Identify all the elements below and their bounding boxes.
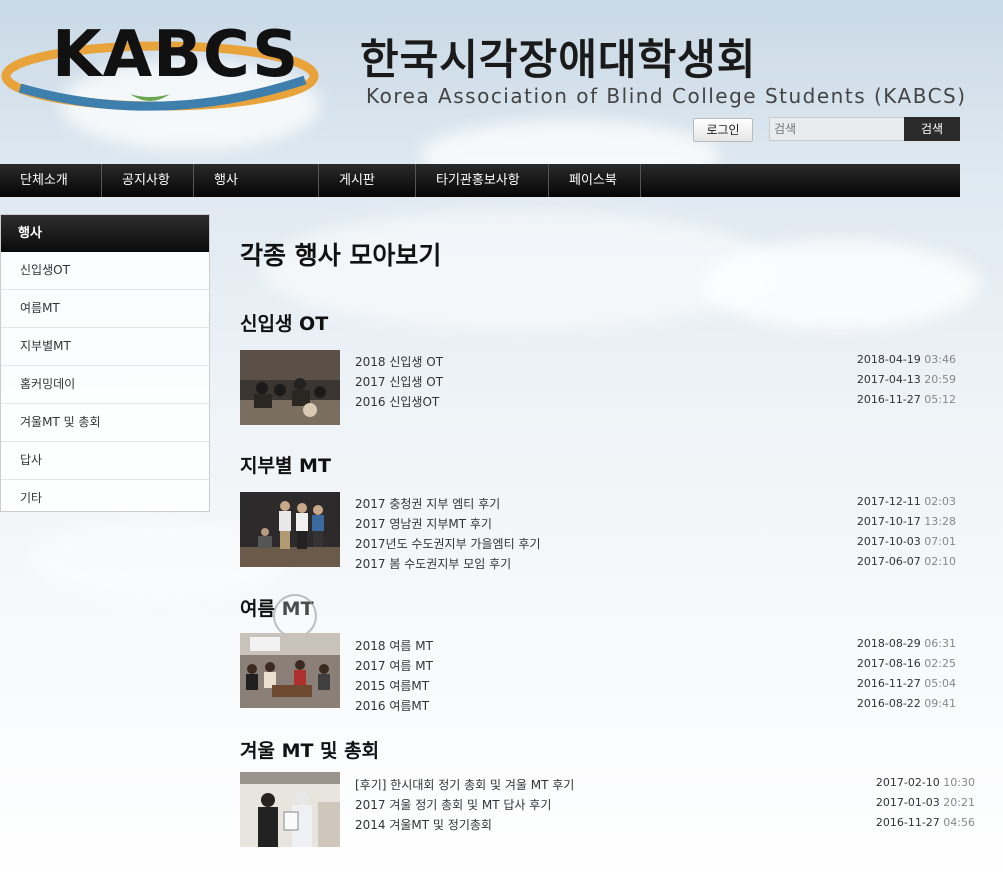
post-link[interactable]: 2017 겨울 정기 총회 및 MT 답사 후기 — [355, 796, 551, 813]
post-link[interactable]: 2016 신입생OT — [355, 393, 439, 410]
post-link[interactable]: 2014 겨울MT 및 정기총회 — [355, 816, 492, 833]
post-date: 2017-02-10 10:30 — [875, 776, 975, 789]
post-date: 2017-01-03 20:21 — [875, 796, 975, 809]
post-date: 2016-11-27 04:56 — [875, 816, 975, 829]
sidebar-item-freshman-ot[interactable]: 신입생OT — [1, 252, 209, 290]
page-title: 각종 행사 모아보기 — [240, 241, 442, 270]
search-button[interactable]: 검색 — [904, 117, 960, 141]
main-nav: 단체소개 공지사항 행사 게시판 타기관홍보사항 페이스북 — [0, 164, 960, 197]
post-link[interactable]: 2017 충청권 지부 엠티 후기 — [355, 495, 500, 512]
sidebar: 행사 신입생OT 여름MT 지부별MT 홈커밍데이 겨울MT 및 총회 답사 기… — [0, 214, 210, 512]
post-link[interactable]: 2017 영남권 지부MT 후기 — [355, 515, 492, 532]
nav-item-promotions[interactable]: 타기관홍보사항 — [416, 164, 549, 197]
nav-item-about[interactable]: 단체소개 — [0, 164, 102, 197]
nav-item-board[interactable]: 게시판 — [319, 164, 416, 197]
post-link[interactable]: 2017 신입생 OT — [355, 373, 443, 390]
sidebar-item-field-trip[interactable]: 답사 — [1, 442, 209, 480]
logo-text: KABCS — [52, 18, 300, 92]
post-date: 2017-10-17 13:28 — [856, 515, 956, 528]
section-thumbnail[interactable] — [240, 492, 340, 567]
section-thumbnail[interactable] — [240, 772, 340, 847]
cursor-highlight — [273, 594, 317, 638]
post-date: 2018-08-29 06:31 — [856, 637, 956, 650]
post-date: 2016-08-22 09:41 — [856, 697, 956, 710]
sidebar-item-winter-mt[interactable]: 겨울MT 및 총회 — [1, 404, 209, 442]
sidebar-item-summer-mt[interactable]: 여름MT — [1, 290, 209, 328]
post-date: 2017-08-16 02:25 — [856, 657, 956, 670]
sidebar-heading: 행사 — [1, 215, 209, 252]
post-date: 2017-12-11 02:03 — [856, 495, 956, 508]
post-link[interactable]: 2018 신입생 OT — [355, 353, 443, 370]
post-link[interactable]: 2018 여름 MT — [355, 637, 433, 654]
section-title: 겨울 MT 및 총회 — [240, 740, 380, 762]
post-date: 2018-04-19 03:46 — [856, 353, 956, 366]
post-date: 2017-06-07 02:10 — [856, 555, 956, 568]
post-link[interactable]: [후기] 한시대회 정기 총회 및 겨울 MT 후기 — [355, 776, 574, 793]
site-subtitle: Korea Association of Blind College Stude… — [366, 84, 967, 108]
site-title: 한국시각장애대학생회 — [360, 35, 757, 84]
nav-item-facebook[interactable]: 페이스북 — [549, 164, 641, 197]
section-title: 지부별 MT — [240, 455, 331, 477]
site-logo[interactable]: KABCS — [0, 8, 330, 118]
login-button[interactable]: 로그인 — [693, 118, 753, 142]
post-date: 2017-10-03 07:01 — [856, 535, 956, 548]
section-title: 신입생 OT — [240, 313, 329, 335]
post-link[interactable]: 2017 여름 MT — [355, 657, 433, 674]
section-thumbnail[interactable] — [240, 350, 340, 425]
post-link[interactable]: 2015 여름MT — [355, 677, 429, 694]
nav-item-notice[interactable]: 공지사항 — [102, 164, 194, 197]
post-date: 2016-11-27 05:04 — [856, 677, 956, 690]
sidebar-item-homecoming[interactable]: 홈커밍데이 — [1, 366, 209, 404]
post-link[interactable]: 2016 여름MT — [355, 697, 429, 714]
nav-item-events[interactable]: 행사 — [194, 164, 319, 197]
post-date: 2017-04-13 20:59 — [856, 373, 956, 386]
post-date: 2016-11-27 05:12 — [856, 393, 956, 406]
sidebar-item-branch-mt[interactable]: 지부별MT — [1, 328, 209, 366]
post-link[interactable]: 2017년도 수도권지부 가을엠티 후기 — [355, 535, 541, 552]
section-thumbnail[interactable] — [240, 633, 340, 708]
search-input[interactable] — [769, 117, 907, 141]
sidebar-item-etc[interactable]: 기타 — [1, 480, 209, 517]
site-header: KABCS 한국시각장애대학생회 Korea Association of Bl… — [0, 0, 1003, 160]
cloud-decoration — [700, 240, 980, 330]
post-link[interactable]: 2017 봄 수도권지부 모임 후기 — [355, 555, 511, 572]
